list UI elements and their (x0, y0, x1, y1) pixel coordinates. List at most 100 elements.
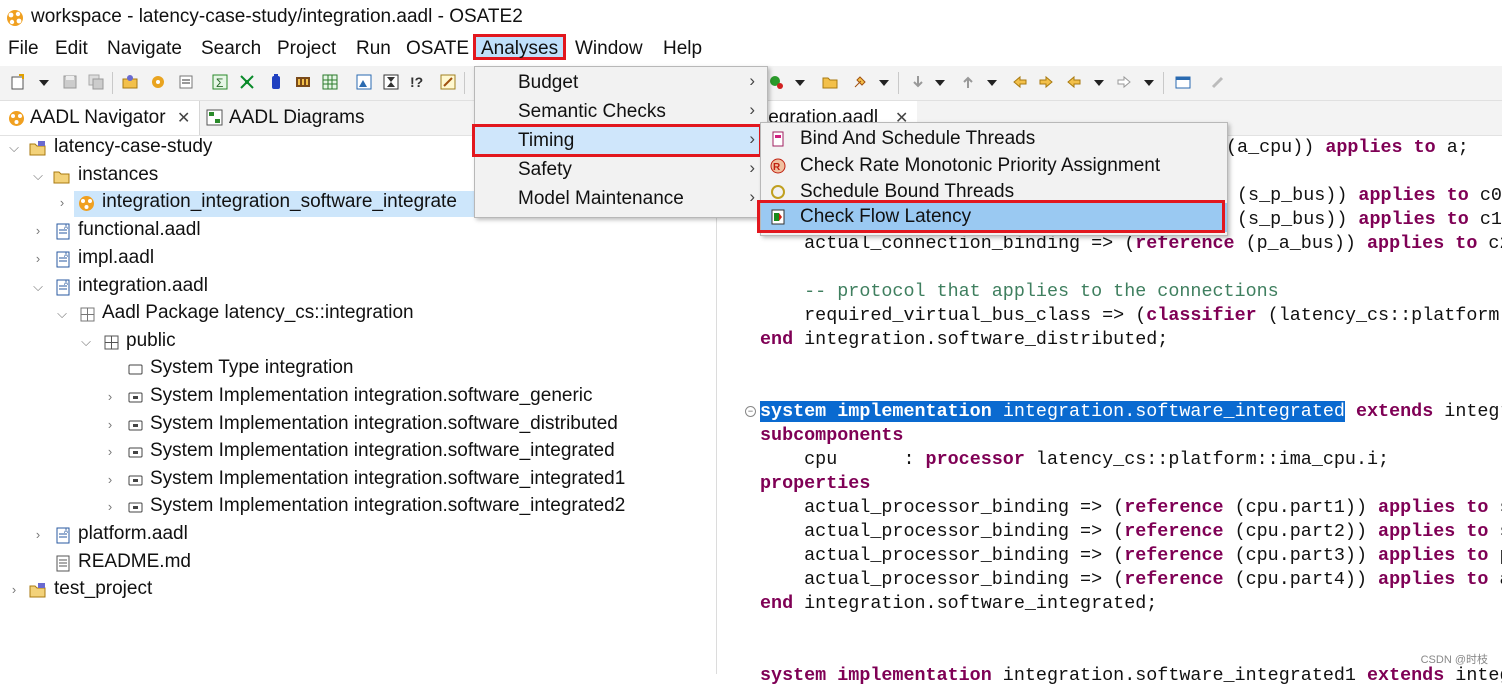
properties-icon[interactable] (178, 74, 194, 90)
tree-item-system-impl[interactable]: › System Implementation integration.soft… (0, 440, 716, 466)
tab-aadl-diagrams[interactable]: AADL Diagrams (204, 101, 404, 135)
tree-item-aadl-package[interactable]: ⌵ Aadl Package latency_cs::integration (0, 302, 716, 328)
menu-file[interactable]: File (7, 38, 40, 60)
chevron-down-icon[interactable]: ⌵ (80, 334, 92, 350)
next-annotation-icon[interactable] (910, 74, 926, 90)
menu-help[interactable]: Help (662, 38, 703, 60)
new-file-icon[interactable] (10, 74, 26, 90)
pin-dropdown-icon[interactable] (879, 80, 889, 86)
tree-item-functional-aadl[interactable]: › A functional.aadl (0, 219, 716, 245)
tree-item-label: latency-case-study (54, 136, 213, 157)
tree-item-platform-aadl[interactable]: › A platform.aadl (0, 523, 716, 549)
tree-item-system-type[interactable]: System Type integration (0, 357, 716, 383)
tab-aadl-navigator[interactable]: AADL Navigator ✕ (0, 101, 200, 135)
save-icon[interactable] (62, 74, 78, 90)
chevron-down-icon[interactable]: ⌵ (32, 279, 44, 295)
tree-item-public[interactable]: ⌵ public (0, 330, 716, 356)
last-edit-location-icon[interactable] (1012, 74, 1028, 90)
menu-osate[interactable]: OSATE (405, 38, 470, 60)
rate-monotonic-icon: R (770, 158, 786, 174)
search-run-icon[interactable] (768, 74, 784, 90)
instantiate-icon[interactable] (150, 74, 166, 90)
system-implementation-icon (128, 502, 143, 513)
forward-icon[interactable] (1116, 74, 1132, 90)
chevron-right-icon[interactable]: › (104, 444, 116, 460)
chevron-right-icon[interactable]: › (8, 582, 20, 598)
pencil-icon[interactable] (1210, 74, 1226, 90)
back-dropdown-icon[interactable] (1094, 80, 1104, 86)
menu-item-semantic-checks[interactable]: Semantic Checks › (475, 98, 767, 127)
menu-analyses[interactable]: Analyses (473, 34, 567, 60)
tree-item-system-impl[interactable]: › System Implementation integration.soft… (0, 468, 716, 494)
menu-item-model-maintenance[interactable]: Model Maintenance › (475, 185, 767, 214)
code-line: actual_processor_binding => (reference (… (760, 521, 1502, 542)
edit-icon[interactable] (440, 74, 456, 90)
table-icon[interactable] (322, 74, 338, 90)
graph-icon[interactable] (239, 74, 255, 90)
pin-icon[interactable] (852, 74, 868, 90)
code-line: (a_cpu)) applies to a; (1226, 137, 1469, 158)
svg-text:A: A (64, 281, 68, 287)
mountain-icon[interactable] (356, 74, 372, 90)
chevron-right-icon[interactable]: › (104, 417, 116, 433)
menu-item-rate-monotonic[interactable]: R Check Rate Monotonic Priority Assignme… (761, 152, 1227, 181)
diagram-icon (206, 109, 223, 126)
menu-item-budget[interactable]: Budget › (475, 69, 767, 98)
tree-item-readme[interactable]: README.md (0, 551, 716, 577)
menu-item-safety[interactable]: Safety › (475, 156, 767, 185)
system-implementation-icon (128, 447, 143, 458)
menu-search[interactable]: Search (200, 38, 262, 60)
tree-item-system-impl[interactable]: › System Implementation integration.soft… (0, 413, 716, 439)
chevron-right-icon[interactable]: › (104, 499, 116, 515)
menu-run[interactable]: Run (355, 38, 392, 60)
help-query-icon[interactable]: !? (410, 74, 426, 90)
tree-item-system-impl[interactable]: › System Implementation integration.soft… (0, 385, 716, 411)
chevron-right-icon[interactable]: › (104, 389, 116, 405)
chevron-down-icon[interactable]: ⌵ (8, 140, 20, 156)
hourglass-icon[interactable] (383, 74, 399, 90)
forward-dropdown-icon[interactable] (1144, 80, 1154, 86)
search-run-dropdown-icon[interactable] (795, 80, 805, 86)
chevron-right-icon[interactable]: › (32, 223, 44, 239)
chevron-down-icon[interactable]: ⌵ (56, 306, 68, 322)
menu-edit[interactable]: Edit (54, 38, 89, 60)
code-line: (s_p_bus)) applies to c1; (1237, 209, 1502, 230)
save-all-icon[interactable] (88, 74, 104, 90)
menu-navigate[interactable]: Navigate (106, 38, 183, 60)
forward-edit-location-icon[interactable] (1038, 74, 1054, 90)
chevron-down-icon[interactable]: ⌵ (32, 168, 44, 184)
prev-annotation-icon[interactable] (960, 74, 976, 90)
tree-item-label: functional.aadl (78, 219, 201, 240)
menu-bar: File Edit Navigate Search Project Run OS… (0, 34, 1502, 64)
text-file-icon (56, 555, 70, 572)
chevron-right-icon[interactable]: › (32, 251, 44, 267)
memory-icon[interactable] (295, 74, 311, 90)
fold-collapse-icon[interactable]: − (745, 406, 756, 417)
chevron-right-icon[interactable]: › (32, 527, 44, 543)
tree-item-system-impl[interactable]: › System Implementation integration.soft… (0, 495, 716, 521)
svg-text:A: A (64, 529, 68, 535)
battery-icon[interactable] (268, 74, 284, 90)
sum-icon[interactable]: Σ (212, 74, 228, 90)
chevron-right-icon[interactable]: › (56, 195, 68, 211)
aadl-package-icon[interactable] (122, 74, 138, 90)
open-folder-icon[interactable] (822, 74, 838, 90)
close-icon[interactable]: ✕ (177, 108, 190, 128)
menu-item-label: Check Rate Monotonic Priority Assignment (800, 155, 1161, 176)
code-line: cpu : processor latency_cs::platform::im… (760, 449, 1390, 470)
menu-window[interactable]: Window (574, 38, 644, 60)
toolbar-separator (112, 72, 113, 94)
back-icon[interactable] (1066, 74, 1082, 90)
new-dropdown-icon[interactable] (39, 80, 49, 86)
tree-item-impl-aadl[interactable]: › A impl.aadl (0, 247, 716, 273)
menu-project[interactable]: Project (276, 38, 337, 60)
open-perspective-icon[interactable] (1175, 74, 1191, 90)
tree-item-integration-aadl[interactable]: ⌵ A integration.aadl (0, 275, 716, 301)
next-annotation-dropdown-icon[interactable] (935, 80, 945, 86)
tree-item-test-project[interactable]: › test_project (0, 578, 716, 604)
chevron-right-icon[interactable]: › (104, 472, 116, 488)
prev-annotation-dropdown-icon[interactable] (987, 80, 997, 86)
chevron-right-icon: › (749, 71, 755, 90)
menu-item-bind-and-schedule[interactable]: Bind And Schedule Threads (761, 125, 1227, 154)
code-line-selected: system implementation integration.softwa… (760, 401, 1502, 422)
